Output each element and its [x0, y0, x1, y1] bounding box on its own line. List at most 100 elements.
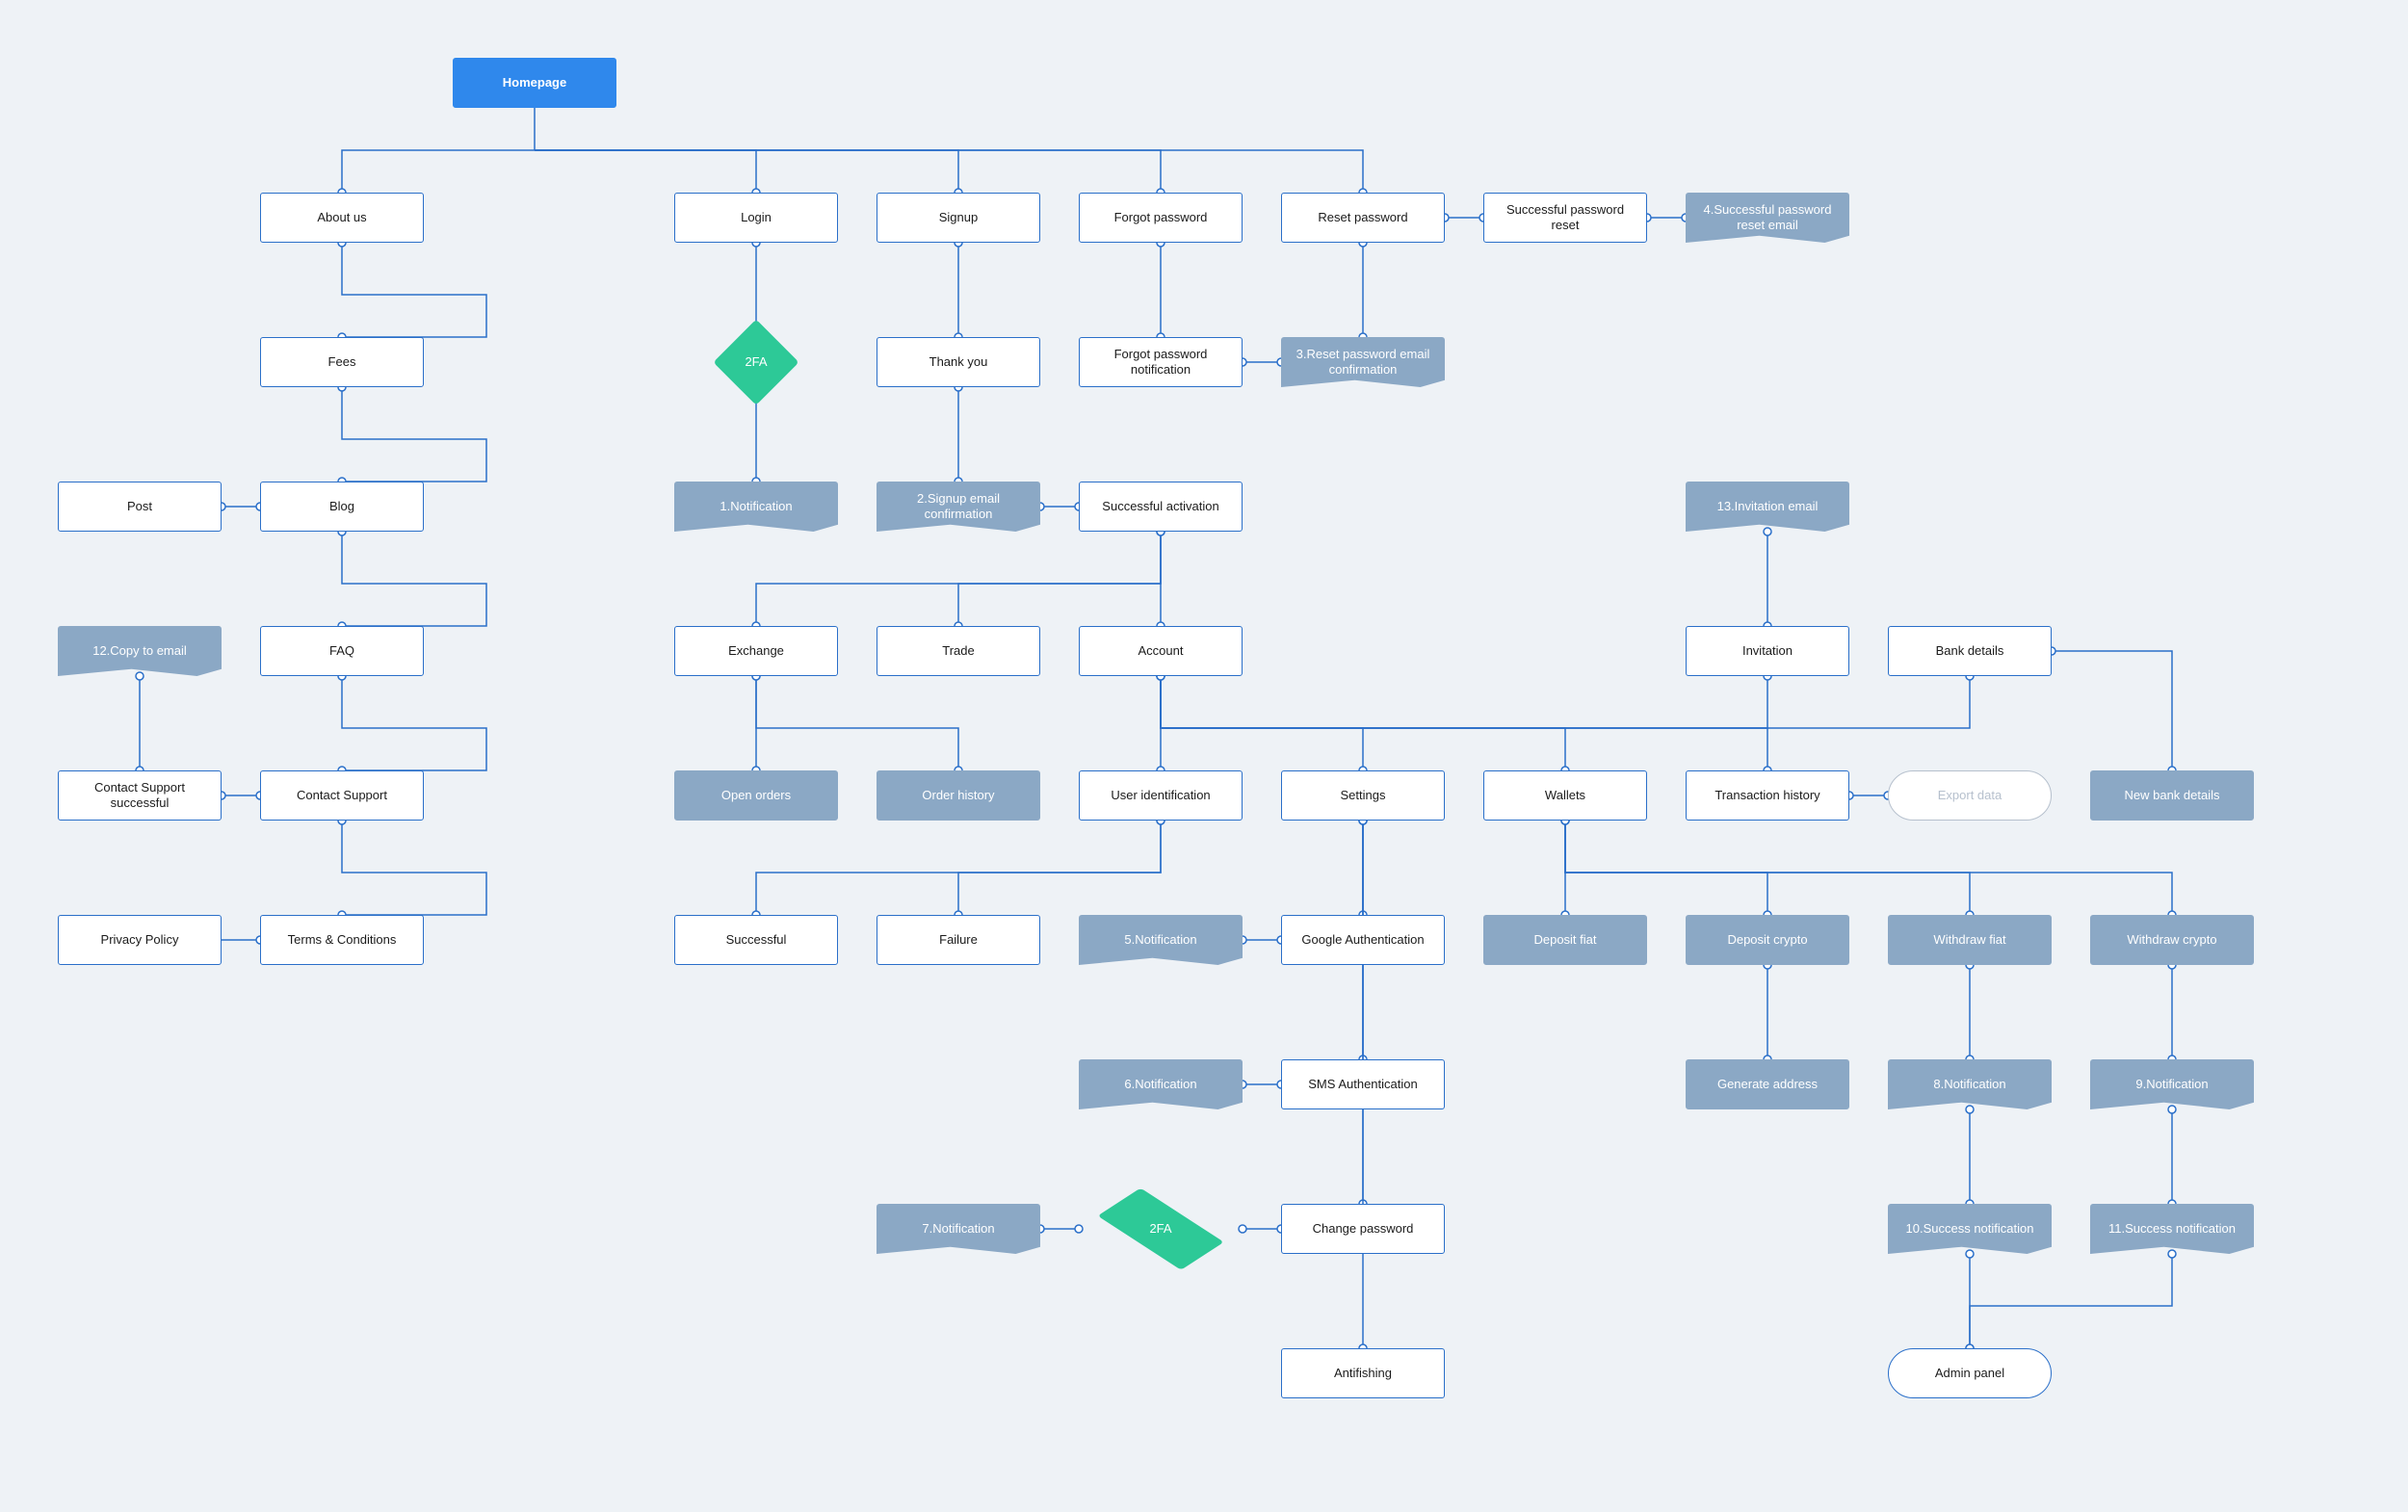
node-admin[interactable]: Admin panel	[1888, 1348, 2052, 1398]
node-export_data[interactable]: Export data	[1888, 770, 2052, 821]
node-deposit_crypto[interactable]: Deposit crypto	[1686, 915, 1849, 965]
node-label: 9.Notification	[2135, 1077, 2208, 1092]
node-label: 13.Invitation email	[1717, 499, 1819, 514]
node-label: 2FA	[1149, 1221, 1171, 1237]
node-twofa2[interactable]: 2FA	[1079, 1187, 1243, 1270]
node-label: Contact Support successful	[66, 780, 213, 812]
node-about_us[interactable]: About us	[260, 193, 424, 243]
node-label: Deposit fiat	[1533, 932, 1596, 948]
node-label: Login	[741, 210, 772, 225]
node-label: Reset password	[1318, 210, 1407, 225]
node-label: 5.Notification	[1124, 932, 1196, 948]
node-notif5[interactable]: 5.Notification	[1079, 915, 1243, 965]
node-label: Withdraw fiat	[1933, 932, 2005, 948]
node-label: User identification	[1111, 788, 1210, 803]
node-notif6[interactable]: 6.Notification	[1079, 1059, 1243, 1109]
node-label: Admin panel	[1935, 1366, 2004, 1381]
node-homepage[interactable]: Homepage	[453, 58, 616, 108]
node-label: Thank you	[929, 354, 988, 370]
node-signup[interactable]: Signup	[877, 193, 1040, 243]
node-invite_email[interactable]: 13.Invitation email	[1686, 482, 1849, 532]
node-label: Transaction history	[1714, 788, 1819, 803]
node-trade[interactable]: Trade	[877, 626, 1040, 676]
node-copy_email[interactable]: 12.Copy to email	[58, 626, 222, 676]
node-label: Failure	[939, 932, 978, 948]
flowchart-canvas: Homepage About us Fees Blog Post FAQ 12.Copy t…	[0, 0, 2408, 1512]
node-notif8[interactable]: 8.Notification	[1888, 1059, 2052, 1109]
node-label: Fees	[328, 354, 356, 370]
node-google_auth[interactable]: Google Authentication	[1281, 915, 1445, 965]
node-successful[interactable]: Successful	[674, 915, 838, 965]
node-reset_email[interactable]: 4.Successful password reset email	[1686, 193, 1849, 243]
node-notif11[interactable]: 11.Success notification	[2090, 1204, 2254, 1254]
node-label: 11.Success notification	[2108, 1221, 2236, 1237]
node-gen_addr[interactable]: Generate address	[1686, 1059, 1849, 1109]
node-notif9[interactable]: 9.Notification	[2090, 1059, 2254, 1109]
node-bank_details[interactable]: Bank details	[1888, 626, 2052, 676]
node-label: 4.Successful password reset email	[1693, 202, 1842, 234]
node-reset[interactable]: Reset password	[1281, 193, 1445, 243]
node-label: Order history	[922, 788, 994, 803]
node-label: Deposit crypto	[1727, 932, 1807, 948]
node-order_hist[interactable]: Order history	[877, 770, 1040, 821]
node-label: Contact Support	[297, 788, 387, 803]
node-label: Bank details	[1936, 643, 2004, 659]
node-label: Successful activation	[1102, 499, 1218, 514]
node-twofa1[interactable]: 2FA	[674, 321, 838, 404]
node-reset_ok[interactable]: Successful password reset	[1483, 193, 1647, 243]
node-notif1[interactable]: 1.Notification	[674, 482, 838, 532]
node-thankyou[interactable]: Thank you	[877, 337, 1040, 387]
node-settings[interactable]: Settings	[1281, 770, 1445, 821]
node-antifishing[interactable]: Antifishing	[1281, 1348, 1445, 1398]
node-user_id[interactable]: User identification	[1079, 770, 1243, 821]
node-label: Homepage	[503, 75, 566, 91]
node-label: Signup	[939, 210, 978, 225]
node-label: 2.Signup email confirmation	[884, 491, 1033, 523]
node-change_pw[interactable]: Change password	[1281, 1204, 1445, 1254]
node-fees[interactable]: Fees	[260, 337, 424, 387]
node-activation[interactable]: Successful activation	[1079, 482, 1243, 532]
node-label: Exchange	[728, 643, 784, 659]
node-label: Account	[1139, 643, 1184, 659]
node-sms_auth[interactable]: SMS Authentication	[1281, 1059, 1445, 1109]
node-label: Privacy Policy	[101, 932, 179, 948]
node-withdraw_crypto[interactable]: Withdraw crypto	[2090, 915, 2254, 965]
node-signup_conf[interactable]: 2.Signup email confirmation	[877, 482, 1040, 532]
node-contact_ok[interactable]: Contact Support successful	[58, 770, 222, 821]
node-blog[interactable]: Blog	[260, 482, 424, 532]
node-deposit_fiat[interactable]: Deposit fiat	[1483, 915, 1647, 965]
node-notif10[interactable]: 10.Success notification	[1888, 1204, 2052, 1254]
node-tx_hist[interactable]: Transaction history	[1686, 770, 1849, 821]
node-failure[interactable]: Failure	[877, 915, 1040, 965]
node-label: Open orders	[721, 788, 791, 803]
node-forgot[interactable]: Forgot password	[1079, 193, 1243, 243]
node-forgot_note[interactable]: Forgot password notification	[1079, 337, 1243, 387]
node-label: Post	[127, 499, 152, 514]
node-new_bank[interactable]: New bank details	[2090, 770, 2254, 821]
node-withdraw_fiat[interactable]: Withdraw fiat	[1888, 915, 2052, 965]
node-privacy[interactable]: Privacy Policy	[58, 915, 222, 965]
node-faq[interactable]: FAQ	[260, 626, 424, 676]
node-terms[interactable]: Terms & Conditions	[260, 915, 424, 965]
node-account[interactable]: Account	[1079, 626, 1243, 676]
node-invitation[interactable]: Invitation	[1686, 626, 1849, 676]
node-open_orders[interactable]: Open orders	[674, 770, 838, 821]
node-post[interactable]: Post	[58, 482, 222, 532]
node-reset_conf[interactable]: 3.Reset password email confirmation	[1281, 337, 1445, 387]
node-login[interactable]: Login	[674, 193, 838, 243]
node-label: FAQ	[329, 643, 354, 659]
node-label: Trade	[942, 643, 974, 659]
node-contact[interactable]: Contact Support	[260, 770, 424, 821]
node-notif7[interactable]: 7.Notification	[877, 1204, 1040, 1254]
node-label: 10.Success notification	[1906, 1221, 2034, 1237]
node-label: Forgot password	[1114, 210, 1208, 225]
node-wallets[interactable]: Wallets	[1483, 770, 1647, 821]
node-label: Change password	[1313, 1221, 1414, 1237]
node-label: Forgot password notification	[1087, 347, 1234, 378]
node-label: Export data	[1938, 788, 2002, 803]
node-label: About us	[317, 210, 366, 225]
node-label: 3.Reset password email confirmation	[1289, 347, 1437, 378]
node-label: Successful	[726, 932, 787, 948]
node-exchange[interactable]: Exchange	[674, 626, 838, 676]
node-label: 12.Copy to email	[92, 643, 187, 659]
